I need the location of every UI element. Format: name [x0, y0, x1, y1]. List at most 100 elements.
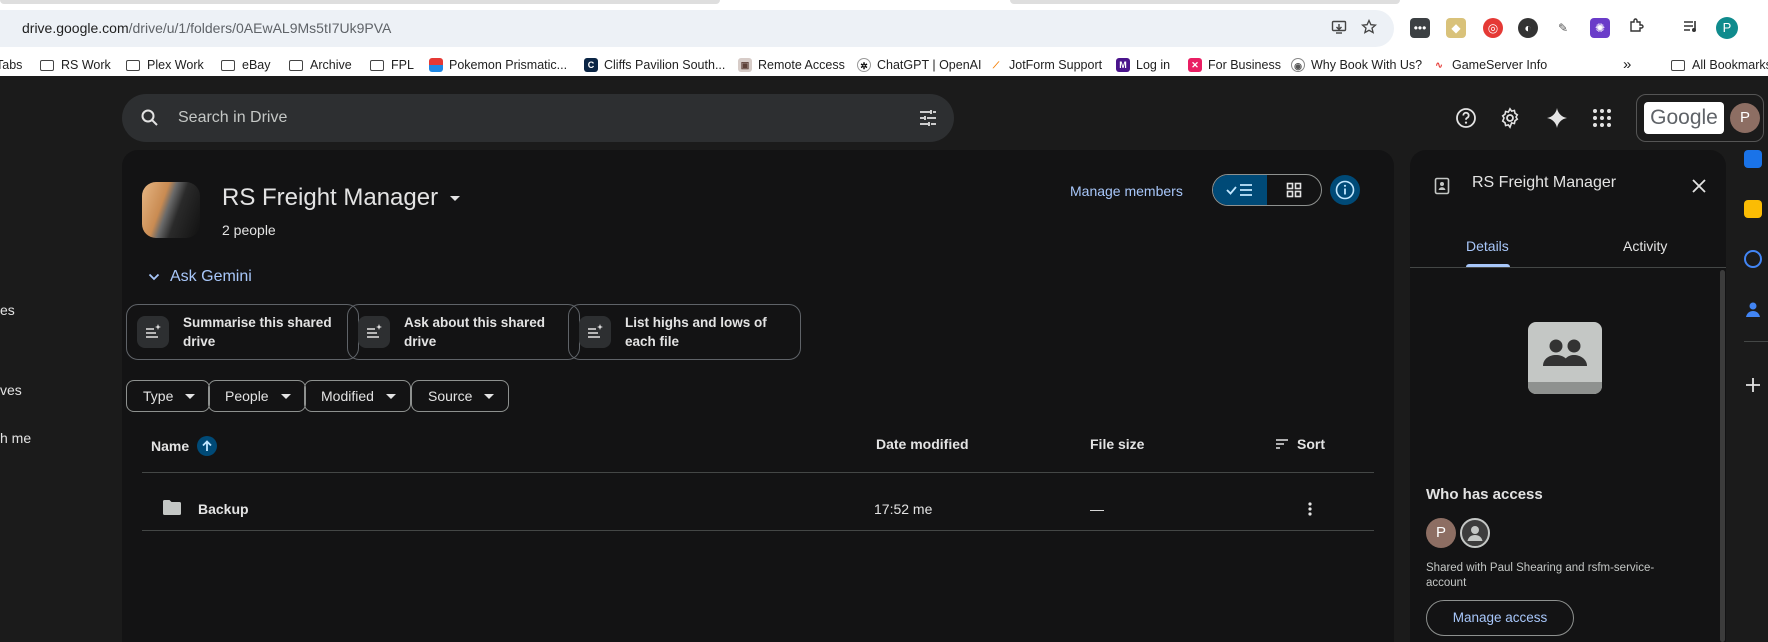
extension-icon[interactable]: ◎ [1483, 18, 1503, 38]
file-size: — [1090, 501, 1104, 517]
tab-strip-edge [1010, 0, 1400, 4]
add-addon-icon[interactable] [1744, 376, 1762, 394]
close-icon[interactable] [1692, 179, 1706, 193]
extension-icon[interactable]: ••• [1410, 18, 1430, 38]
bookmark-item[interactable]: C Cliffs Pavilion South... [584, 58, 725, 72]
bookmarks-bar: Tabs RS Work Plex Work eBay Archive FPL … [0, 56, 1768, 76]
extension-icon[interactable]: ✺ [1590, 18, 1610, 38]
filter-label: Modified [321, 388, 374, 404]
filter-source[interactable]: Source [411, 380, 510, 412]
grid-view-button[interactable] [1267, 175, 1321, 205]
bookmark-folder[interactable]: Plex Work [126, 58, 204, 72]
url-text[interactable]: drive.google.com/drive/u/1/folders/0AEwA… [22, 20, 391, 36]
bookmarks-overflow-button[interactable]: » [1623, 56, 1631, 73]
bookmark-star-icon[interactable] [1360, 18, 1378, 37]
jotform-favicon-icon: ⟋ [989, 58, 1003, 72]
bookmark-item[interactable]: ∿ GameServer Info [1432, 58, 1547, 72]
details-info-button[interactable] [1330, 175, 1360, 205]
gemini-suggestion-chip[interactable]: List highs and lows of each file [568, 304, 801, 360]
bookmark-item[interactable]: ▣ Remote Access [738, 58, 845, 72]
all-bookmarks-folder[interactable]: All Bookmarks [1671, 58, 1768, 72]
account-switcher[interactable]: Google P [1636, 94, 1764, 142]
bookmark-item[interactable]: ✲ ChatGPT | OpenAI [857, 58, 981, 72]
nav-item[interactable]: es [0, 302, 15, 318]
access-avatar[interactable]: P [1426, 518, 1456, 548]
filter-people[interactable]: People [208, 380, 306, 412]
filter-type[interactable]: Type [126, 380, 211, 412]
calendar-icon[interactable] [1744, 150, 1762, 168]
column-header-date[interactable]: Date modified [876, 436, 969, 452]
for-business-favicon-icon: ✕ [1188, 58, 1202, 72]
tab-strip-edge [0, 0, 720, 4]
manage-members-link[interactable]: Manage members [1070, 183, 1183, 199]
divider [1410, 267, 1726, 268]
extensions-puzzle-icon[interactable] [1626, 18, 1646, 38]
search-options-icon[interactable] [918, 108, 938, 128]
search-bar[interactable]: Search in Drive [122, 94, 954, 142]
nav-item[interactable]: ves [0, 382, 22, 398]
browser-profile-avatar[interactable]: P [1716, 17, 1738, 39]
sort-ascending-icon[interactable] [197, 436, 218, 456]
bookmark-item[interactable]: ◉ Why Book With Us? [1291, 58, 1422, 72]
chevron-down-icon [148, 273, 160, 281]
prompt-sparkle-list-icon [579, 316, 611, 348]
reading-list-icon[interactable] [1680, 18, 1700, 38]
member-count[interactable]: 2 people [222, 222, 276, 238]
address-bar[interactable]: drive.google.com/drive/u/1/folders/0AEwA… [0, 10, 1394, 47]
gemini-sparkle-icon[interactable] [1546, 107, 1568, 129]
ask-gemini-toggle[interactable]: Ask Gemini [148, 268, 252, 286]
manage-access-button[interactable]: Manage access [1426, 600, 1574, 636]
list-view-button[interactable] [1213, 175, 1267, 205]
bookmark-item[interactable]: Pokemon Prismatic... [429, 58, 567, 72]
file-name[interactable]: Backup [198, 501, 249, 517]
pokemon-favicon-icon [429, 58, 443, 72]
service-account-avatar-icon[interactable] [1460, 518, 1490, 548]
bookmark-item[interactable]: Tabs [0, 58, 22, 72]
google-logo: Google [1644, 102, 1724, 134]
caret-down-icon [185, 393, 196, 399]
search-icon[interactable] [140, 108, 160, 128]
shared-drive-details-icon [1434, 177, 1450, 195]
bookmark-folder[interactable]: Archive [289, 58, 352, 72]
bookmark-item[interactable]: ✕ For Business [1188, 58, 1281, 72]
caret-down-icon [280, 393, 291, 399]
tab-activity[interactable]: Activity [1623, 238, 1667, 254]
suggestion-label: Summarise this shared drive [183, 315, 332, 349]
folder-icon [40, 59, 54, 71]
install-app-icon[interactable] [1330, 19, 1348, 37]
sort-button[interactable]: Sort [1275, 436, 1325, 452]
extension-icon[interactable]: ◐ [1518, 18, 1538, 38]
tab-details[interactable]: Details [1466, 238, 1509, 254]
bookmark-folder[interactable]: FPL [370, 58, 414, 72]
bookmark-folder[interactable]: eBay [221, 58, 271, 72]
panel-title: RS Freight Manager [1472, 174, 1617, 191]
column-header-size[interactable]: File size [1090, 436, 1144, 452]
panel-scrollbar[interactable] [1720, 270, 1725, 642]
extension-icon[interactable]: ✎ [1553, 18, 1573, 38]
more-actions-icon[interactable] [1308, 502, 1312, 516]
filter-modified[interactable]: Modified [304, 380, 411, 412]
keep-icon[interactable] [1744, 200, 1762, 218]
caret-down-icon [385, 393, 396, 399]
prompt-sparkle-list-icon [358, 316, 390, 348]
gameserver-favicon-icon: ∿ [1432, 58, 1446, 72]
help-icon[interactable] [1455, 107, 1477, 129]
drive-title-menu[interactable]: RS Freight Manager [222, 184, 461, 212]
gemini-suggestion-chip[interactable]: Summarise this shared drive [126, 304, 359, 360]
bookmark-item[interactable]: M Log in [1116, 58, 1170, 72]
settings-gear-icon[interactable] [1499, 107, 1521, 129]
account-avatar[interactable]: P [1730, 103, 1760, 133]
sort-lines-icon [1276, 439, 1288, 449]
nav-item[interactable]: h me [0, 430, 31, 446]
view-toggle[interactable] [1212, 174, 1322, 206]
tasks-icon[interactable] [1744, 250, 1762, 268]
extension-icon[interactable]: ◆ [1446, 18, 1466, 38]
column-header-name[interactable]: Name [151, 436, 218, 456]
filter-label: Source [428, 388, 473, 404]
search-input[interactable]: Search in Drive [178, 109, 287, 127]
bookmark-folder[interactable]: RS Work [40, 58, 111, 72]
gemini-suggestion-chip[interactable]: Ask about this shared drive [347, 304, 580, 360]
apps-grid-icon[interactable] [1591, 107, 1613, 129]
contacts-icon[interactable] [1744, 300, 1762, 318]
bookmark-item[interactable]: ⟋ JotForm Support [989, 58, 1102, 72]
